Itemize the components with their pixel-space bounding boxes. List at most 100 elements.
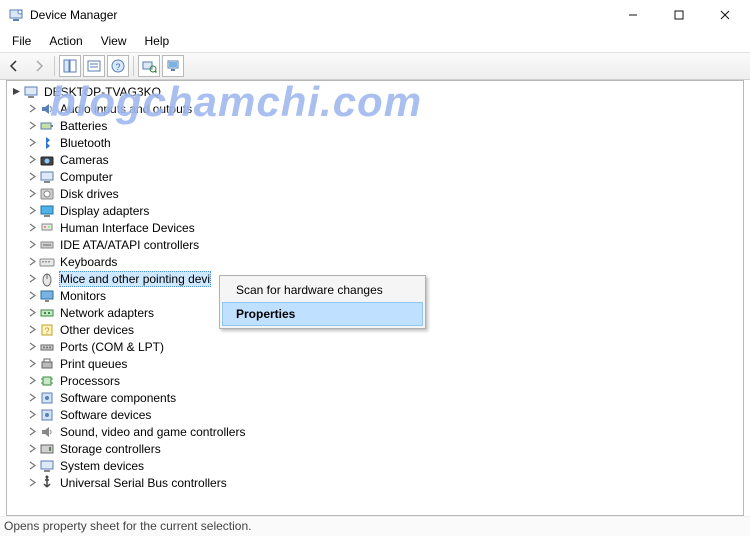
expand-icon[interactable] xyxy=(25,221,39,235)
tree-item-label: Disk drives xyxy=(59,187,120,201)
tree-item[interactable]: Computer xyxy=(7,168,743,185)
device-category-icon xyxy=(39,424,55,440)
device-category-icon xyxy=(39,152,55,168)
tree-item[interactable]: Software devices xyxy=(7,406,743,423)
device-category-icon xyxy=(39,458,55,474)
expand-icon[interactable] xyxy=(25,425,39,439)
expand-icon[interactable] xyxy=(25,408,39,422)
device-category-icon xyxy=(39,441,55,457)
tree-item[interactable]: Human Interface Devices xyxy=(7,219,743,236)
menu-file[interactable]: File xyxy=(4,32,39,50)
close-button[interactable] xyxy=(702,0,748,30)
forward-button[interactable] xyxy=(28,55,50,77)
menu-action[interactable]: Action xyxy=(41,32,90,50)
context-menu: Scan for hardware changes Properties xyxy=(219,275,426,329)
devices-printers-button[interactable] xyxy=(162,55,184,77)
show-hide-tree-button[interactable] xyxy=(59,55,81,77)
expand-icon[interactable] xyxy=(25,442,39,456)
device-category-icon xyxy=(39,203,55,219)
expand-icon[interactable] xyxy=(25,272,39,286)
device-category-icon xyxy=(39,118,55,134)
device-category-icon xyxy=(39,288,55,304)
tree-root-label: DESKTOP-TVAG3KQ xyxy=(43,85,162,99)
tree-item[interactable]: IDE ATA/ATAPI controllers xyxy=(7,236,743,253)
tree-item-label: Cameras xyxy=(59,153,110,167)
tree-item[interactable]: Keyboards xyxy=(7,253,743,270)
tree-item[interactable]: Batteries xyxy=(7,117,743,134)
tree-item-label: Network adapters xyxy=(59,306,155,320)
expand-icon[interactable] xyxy=(25,374,39,388)
tree-item-label: Display adapters xyxy=(59,204,150,218)
svg-text:?: ? xyxy=(44,326,49,336)
tree-item-label: Mice and other pointing devi xyxy=(59,271,211,287)
expand-icon[interactable] xyxy=(25,340,39,354)
expand-icon[interactable] xyxy=(25,289,39,303)
device-category-icon xyxy=(39,271,55,287)
expand-icon[interactable] xyxy=(25,306,39,320)
tree-item-label: Bluetooth xyxy=(59,136,112,150)
maximize-button[interactable] xyxy=(656,0,702,30)
tree-item[interactable]: Sound, video and game controllers xyxy=(7,423,743,440)
device-category-icon xyxy=(39,339,55,355)
separator xyxy=(133,56,134,76)
separator xyxy=(54,56,55,76)
expand-icon[interactable] xyxy=(25,204,39,218)
expand-icon[interactable] xyxy=(25,255,39,269)
tree-item[interactable]: Universal Serial Bus controllers xyxy=(7,474,743,491)
device-category-icon xyxy=(39,254,55,270)
tree-item[interactable]: Processors xyxy=(7,372,743,389)
expand-icon[interactable] xyxy=(25,119,39,133)
tree-item-label: Batteries xyxy=(59,119,108,133)
device-category-icon xyxy=(39,101,55,117)
tree-item-label: Processors xyxy=(59,374,121,388)
tree-item[interactable]: Storage controllers xyxy=(7,440,743,457)
expand-icon[interactable] xyxy=(25,153,39,167)
tree-item[interactable]: Audio inputs and outputs xyxy=(7,100,743,117)
app-icon xyxy=(8,7,24,23)
device-category-icon xyxy=(39,135,55,151)
tree-item[interactable]: Display adapters xyxy=(7,202,743,219)
back-button[interactable] xyxy=(4,55,26,77)
device-category-icon xyxy=(39,169,55,185)
expand-icon[interactable] xyxy=(25,170,39,184)
tree-item[interactable]: Software components xyxy=(7,389,743,406)
expand-icon[interactable] xyxy=(25,357,39,371)
tree-item[interactable]: Bluetooth xyxy=(7,134,743,151)
tree-item[interactable]: Cameras xyxy=(7,151,743,168)
menubar: File Action View Help xyxy=(0,30,750,52)
collapse-icon[interactable] xyxy=(9,85,23,99)
tree-item-label: Keyboards xyxy=(59,255,118,269)
tree-item-label: Computer xyxy=(59,170,114,184)
menu-view[interactable]: View xyxy=(93,32,135,50)
properties-toolbar-button[interactable] xyxy=(83,55,105,77)
tree-item-label: Print queues xyxy=(59,357,128,371)
tree-item[interactable]: Ports (COM & LPT) xyxy=(7,338,743,355)
scan-hardware-button[interactable] xyxy=(138,55,160,77)
expand-icon[interactable] xyxy=(25,323,39,337)
expand-icon[interactable] xyxy=(25,102,39,116)
expand-icon[interactable] xyxy=(25,476,39,490)
tree-item[interactable]: Disk drives xyxy=(7,185,743,202)
help-button[interactable]: ? xyxy=(107,55,129,77)
menu-help[interactable]: Help xyxy=(137,32,178,50)
window-title: Device Manager xyxy=(30,8,610,22)
device-category-icon xyxy=(39,475,55,491)
device-category-icon xyxy=(39,356,55,372)
expand-icon[interactable] xyxy=(25,187,39,201)
expand-icon[interactable] xyxy=(25,391,39,405)
tree-item[interactable]: System devices xyxy=(7,457,743,474)
statusbar: Opens property sheet for the current sel… xyxy=(0,516,750,536)
device-category-icon xyxy=(39,237,55,253)
expand-icon[interactable] xyxy=(25,459,39,473)
toolbar: ? xyxy=(0,52,750,80)
computer-icon xyxy=(23,84,39,100)
expand-icon[interactable] xyxy=(25,238,39,252)
ctx-scan-hardware[interactable]: Scan for hardware changes xyxy=(222,278,423,302)
minimize-button[interactable] xyxy=(610,0,656,30)
tree-root[interactable]: DESKTOP-TVAG3KQ xyxy=(7,83,743,100)
ctx-properties[interactable]: Properties xyxy=(222,302,423,326)
device-category-icon xyxy=(39,407,55,423)
expand-icon[interactable] xyxy=(25,136,39,150)
tree-item-label: System devices xyxy=(59,459,145,473)
tree-item[interactable]: Print queues xyxy=(7,355,743,372)
